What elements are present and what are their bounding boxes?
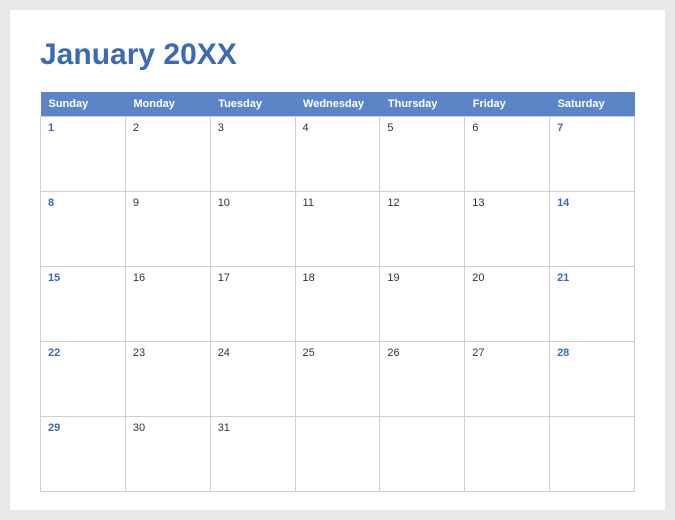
calendar-week-row: 1 2 3 4 5 6 7 xyxy=(41,117,635,192)
weekday-header: Monday xyxy=(125,92,210,117)
calendar-day-cell: 15 xyxy=(41,267,126,342)
calendar-day-cell: 16 xyxy=(125,267,210,342)
calendar-day-cell xyxy=(380,417,465,492)
calendar-day-cell: 14 xyxy=(550,192,635,267)
calendar-day-cell: 30 xyxy=(125,417,210,492)
calendar-day-cell: 29 xyxy=(41,417,126,492)
weekday-header: Thursday xyxy=(380,92,465,117)
calendar-day-cell xyxy=(465,417,550,492)
calendar-day-cell: 13 xyxy=(465,192,550,267)
calendar-page: January 20XX Sunday Monday Tuesday Wedne… xyxy=(10,10,665,510)
calendar-day-cell: 28 xyxy=(550,342,635,417)
calendar-day-cell: 2 xyxy=(125,117,210,192)
calendar-day-cell xyxy=(295,417,380,492)
calendar-day-cell: 5 xyxy=(380,117,465,192)
calendar-day-cell: 24 xyxy=(210,342,295,417)
weekday-header-row: Sunday Monday Tuesday Wednesday Thursday… xyxy=(41,92,635,117)
calendar-day-cell: 7 xyxy=(550,117,635,192)
weekday-header: Saturday xyxy=(550,92,635,117)
weekday-header: Wednesday xyxy=(295,92,380,117)
calendar-day-cell: 3 xyxy=(210,117,295,192)
calendar-day-cell: 6 xyxy=(465,117,550,192)
page-title: January 20XX xyxy=(40,38,635,72)
calendar-day-cell: 23 xyxy=(125,342,210,417)
calendar-day-cell: 18 xyxy=(295,267,380,342)
calendar-day-cell: 12 xyxy=(380,192,465,267)
calendar-day-cell: 8 xyxy=(41,192,126,267)
weekday-header: Friday xyxy=(465,92,550,117)
calendar-week-row: 22 23 24 25 26 27 28 xyxy=(41,342,635,417)
calendar-day-cell: 4 xyxy=(295,117,380,192)
calendar-day-cell: 9 xyxy=(125,192,210,267)
calendar-day-cell: 10 xyxy=(210,192,295,267)
calendar-day-cell: 1 xyxy=(41,117,126,192)
calendar-day-cell: 21 xyxy=(550,267,635,342)
calendar-week-row: 29 30 31 xyxy=(41,417,635,492)
weekday-header: Sunday xyxy=(41,92,126,117)
calendar-week-row: 15 16 17 18 19 20 21 xyxy=(41,267,635,342)
calendar-day-cell: 26 xyxy=(380,342,465,417)
calendar-day-cell: 19 xyxy=(380,267,465,342)
calendar-day-cell xyxy=(550,417,635,492)
calendar-week-row: 8 9 10 11 12 13 14 xyxy=(41,192,635,267)
calendar-grid: Sunday Monday Tuesday Wednesday Thursday… xyxy=(40,92,635,492)
calendar-day-cell: 22 xyxy=(41,342,126,417)
weekday-header: Tuesday xyxy=(210,92,295,117)
calendar-day-cell: 17 xyxy=(210,267,295,342)
calendar-day-cell: 20 xyxy=(465,267,550,342)
calendar-day-cell: 27 xyxy=(465,342,550,417)
calendar-day-cell: 11 xyxy=(295,192,380,267)
calendar-day-cell: 31 xyxy=(210,417,295,492)
calendar-day-cell: 25 xyxy=(295,342,380,417)
